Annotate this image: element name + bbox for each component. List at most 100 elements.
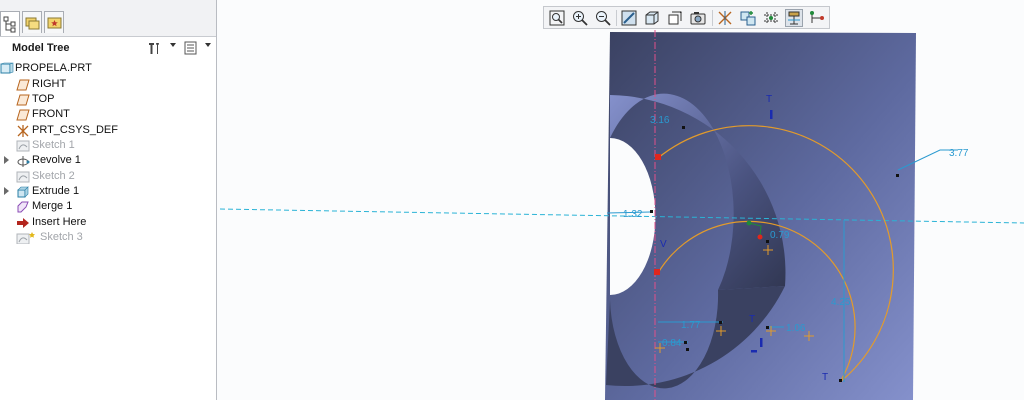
tangent-constraint[interactable]: T <box>766 94 772 105</box>
dimension-value[interactable]: 0.84 <box>662 338 682 349</box>
dimension-endpoint <box>684 341 687 344</box>
folder-browser-tab[interactable] <box>22 11 42 33</box>
tree-item-front[interactable]: FRONT <box>0 107 216 122</box>
spin-center-button[interactable] <box>739 9 757 27</box>
zoom-in-button[interactable] <box>571 9 589 27</box>
vertical-constraint[interactable]: V <box>660 239 667 250</box>
tree-item-label: Revolve 1 <box>32 154 81 166</box>
saved-views-button[interactable] <box>666 9 684 27</box>
zoom-in-icon <box>573 11 588 26</box>
tree-item-merge-1[interactable]: Merge 1 <box>0 199 216 214</box>
model-tree-icon <box>3 16 16 33</box>
tree-item-label: RIGHT <box>32 78 67 90</box>
graphics-viewport[interactable]: 3.16 3.77 1.32 0.79 4.25 1.77 1.06 0.84 … <box>218 30 1024 400</box>
folder-icon <box>25 17 40 30</box>
tree-item-label: Sketch 3 <box>40 231 83 243</box>
tree-item-extrude-1[interactable]: Extrude 1 <box>0 184 216 199</box>
datum-display-button[interactable] <box>716 9 734 27</box>
tangent-marker <box>751 350 757 353</box>
repaint-button[interactable] <box>620 9 638 27</box>
part-icon <box>0 62 14 74</box>
dimension-value[interactable]: 1.32 <box>623 209 643 220</box>
tree-show-button[interactable] <box>183 40 201 56</box>
view-manager-button[interactable] <box>689 9 707 27</box>
dimension-value[interactable]: 1.77 <box>681 320 701 331</box>
dimension-endpoint <box>686 348 689 351</box>
tangent-constraint[interactable]: T <box>749 314 755 325</box>
tree-item-prt-csys-def[interactable]: PRT_CSYS_DEF <box>0 123 216 138</box>
constraint-display-button[interactable] <box>808 9 826 27</box>
tree-item-insert-here[interactable]: Insert Here <box>0 215 216 230</box>
tree-item-label: Extrude 1 <box>32 185 80 197</box>
datum-plane-icon <box>16 94 30 106</box>
tree-item-label: PRT_CSYS_DEF <box>32 124 118 136</box>
sketch-reference-point[interactable] <box>757 234 763 240</box>
model-tree-title: Model Tree <box>12 42 70 54</box>
tree-item-right[interactable]: RIGHT <box>0 77 216 92</box>
chevron-down-icon[interactable] <box>170 43 176 47</box>
tree-item-sketch-3[interactable]: Sketch 3 <box>0 230 216 245</box>
revolve-icon <box>17 156 30 167</box>
model-tree-tab[interactable] <box>0 11 20 36</box>
dimension-endpoint <box>682 126 685 129</box>
dimension-endpoint <box>766 326 769 329</box>
tree-item-label: Sketch 1 <box>32 139 75 151</box>
tree-item-label: PROPELA.PRT <box>15 62 92 74</box>
toolbar-separator <box>712 10 713 26</box>
extrude-icon <box>17 186 29 198</box>
tree-item-label: TOP <box>32 93 55 105</box>
datum-display-icon <box>718 11 732 25</box>
insert-arrow-icon <box>17 218 29 228</box>
sketch-vertex[interactable] <box>654 269 660 275</box>
expand-arrow-icon[interactable] <box>4 187 9 195</box>
sketch-vertex[interactable] <box>655 154 661 160</box>
tree-item-label: Sketch 2 <box>32 170 75 182</box>
refit-button[interactable] <box>548 9 566 27</box>
navigator-tabs <box>0 0 216 37</box>
datum-plane-icon <box>16 109 30 121</box>
dimension-endpoint <box>719 321 722 324</box>
tree-item-propela-prt[interactable]: PROPELA.PRT <box>0 61 216 76</box>
sketch-active-icon <box>16 232 35 244</box>
dimension-display-button[interactable] <box>785 9 803 27</box>
sketch-view-icon <box>764 12 778 24</box>
saved-views-icon <box>668 11 682 25</box>
chevron-down-icon[interactable] <box>205 43 211 47</box>
tree-item-top[interactable]: TOP <box>0 92 216 107</box>
tangent-marker <box>760 338 763 347</box>
display-style-button[interactable] <box>643 9 661 27</box>
dimension-endpoint <box>896 174 899 177</box>
tree-item-sketch-2[interactable]: Sketch 2 <box>0 169 216 184</box>
dimension-value[interactable]: 0.79 <box>770 230 790 241</box>
zoom-out-icon <box>596 11 611 26</box>
list-icon <box>184 41 197 55</box>
star-icon <box>47 17 62 29</box>
sketch-view-button[interactable] <box>762 9 780 27</box>
tools-icon <box>149 43 159 54</box>
dimension-endpoint <box>839 379 842 382</box>
repaint-icon <box>621 10 637 26</box>
merge-icon <box>17 201 29 213</box>
tree-item-label: FRONT <box>32 108 70 120</box>
tree-item-sketch-1[interactable]: Sketch 1 <box>0 138 216 153</box>
zoom-out-button[interactable] <box>594 9 612 27</box>
dimension-endpoint <box>650 210 653 213</box>
expand-arrow-icon[interactable] <box>4 156 9 164</box>
dimension-endpoint <box>766 240 769 243</box>
favorites-tab[interactable] <box>44 11 64 33</box>
dimension-value[interactable]: 3.77 <box>949 148 969 159</box>
tree-item-label: Merge 1 <box>32 200 73 212</box>
tree-settings-button[interactable] <box>146 40 164 56</box>
tree-item-revolve-1[interactable]: Revolve 1 <box>0 153 216 168</box>
tangent-constraint[interactable]: T <box>822 372 828 383</box>
graphics-toolbar <box>543 6 830 29</box>
model-tree-header: Model Tree <box>0 37 216 59</box>
dimension-value[interactable]: 3.16 <box>650 115 670 126</box>
navigator-panel: Model Tree PROPELA.PRT RIGHT TOP FRONT P… <box>0 0 217 400</box>
dimension-value[interactable]: 1.06 <box>786 323 806 334</box>
tangent-marker <box>770 110 773 119</box>
dimension-value[interactable]: 4.25 <box>831 297 851 308</box>
refit-icon <box>549 10 565 26</box>
dimension-display-icon <box>788 11 800 25</box>
tree-item-label: Insert Here <box>32 216 87 228</box>
